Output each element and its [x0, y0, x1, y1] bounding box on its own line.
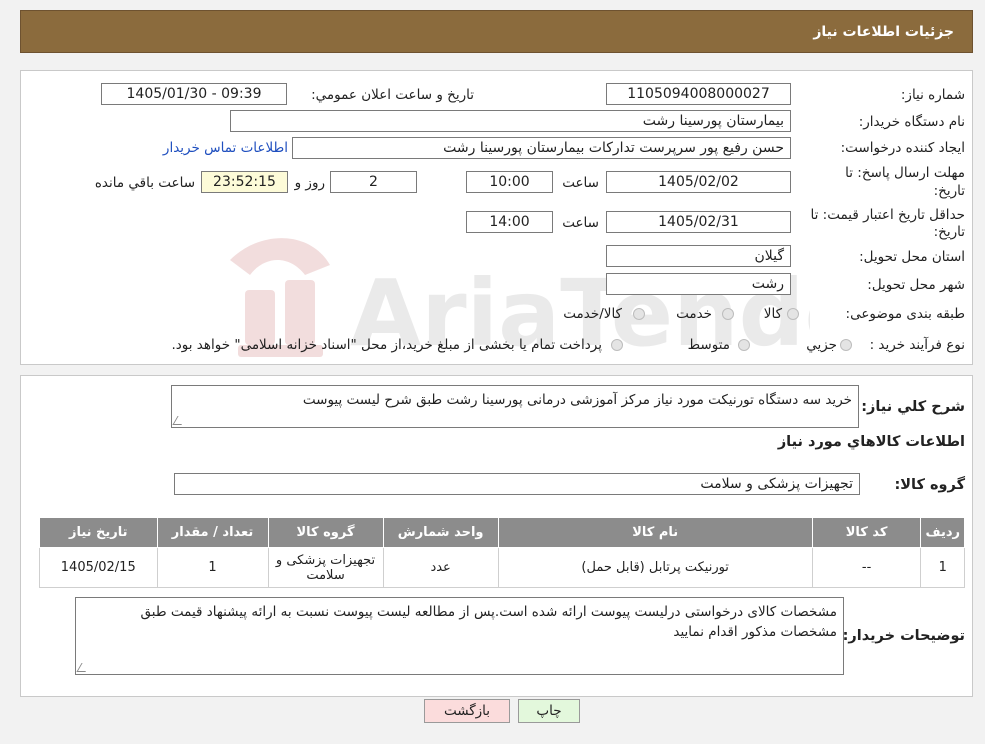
- process-minor-label: جزيي: [806, 337, 837, 353]
- cell-group: تجهيزات پزشکی و سلامت: [267, 547, 384, 588]
- description-textarea[interactable]: خريد سه دستگاه تورنيكت مورد نياز مركز آم…: [171, 385, 859, 428]
- col-quantity: تعداد / مقدار: [156, 517, 269, 548]
- category-goods-label: کالا: [763, 306, 782, 322]
- items-table: رديف کد کالا نام کالا واحد شمارش گروه کا…: [39, 517, 965, 588]
- requester-label: ايجاد کننده درخواست:: [840, 140, 965, 156]
- description-text: خريد سه دستگاه تورنيكت مورد نياز مركز آم…: [302, 392, 852, 408]
- cell-date: 1405/02/15: [39, 547, 158, 588]
- process-treasury-checkbox[interactable]: [611, 339, 623, 351]
- category-goods-radio[interactable]: [787, 308, 799, 320]
- category-goods-service-radio[interactable]: [633, 308, 645, 320]
- resize-grip-icon[interactable]: [172, 416, 187, 425]
- province-label: استان محل تحويل:: [859, 249, 965, 265]
- table-row: 1 -- تورنيكت پرتابل (قابل حمل) عدد تجهيز…: [39, 547, 965, 588]
- process-minor-radio[interactable]: [840, 339, 852, 351]
- buyer-org-label: نام دستگاه خريدار:: [858, 114, 965, 130]
- deadline-label: مهلت ارسال پاسخ: تا: [845, 165, 965, 181]
- deadline-time-label: ساعت: [562, 175, 599, 191]
- col-group: گروه کالا: [267, 517, 384, 548]
- remaining-label: ساعت باقي مانده: [94, 175, 195, 191]
- page-title: جزئیات اطلاعات نیاز: [813, 24, 954, 40]
- cell-unit: عدد: [382, 547, 499, 588]
- col-unit: واحد شمارش: [382, 517, 499, 548]
- col-name: نام کالا: [497, 517, 813, 548]
- buyer-notes-label: توضيحات خريدار:: [842, 628, 965, 644]
- col-code: کد کالا: [811, 517, 922, 548]
- city-label: شهر محل تحويل:: [867, 277, 965, 293]
- announce-field: 1405/01/30 - 09:39: [101, 83, 287, 105]
- validity-time-field: 14:00: [466, 211, 553, 233]
- cell-code: --: [811, 547, 922, 588]
- validity-time-label: ساعت: [562, 215, 599, 231]
- announce-label: تاریخ و ساعت اعلان عمومي:: [311, 87, 474, 103]
- buyer-contact-link[interactable]: اطلاعات تماس خريدار: [163, 140, 288, 156]
- need-number-field: 1105094008000027: [606, 83, 791, 105]
- col-date: تاريخ نياز: [39, 517, 158, 548]
- category-service-radio[interactable]: [722, 308, 734, 320]
- validity-label: حداقل تاريخ اعتبار قيمت: تا: [810, 207, 965, 223]
- description-label: شرح کلي نياز:: [861, 399, 965, 415]
- category-label: طبقه بندی موضوعی:: [845, 306, 965, 322]
- page-header: جزئیات اطلاعات نیاز: [20, 10, 973, 53]
- remaining-time-field: 23:52:15: [201, 171, 288, 193]
- deadline-date-field: 1405/02/02: [606, 171, 791, 193]
- deadline-time-field: 10:00: [466, 171, 553, 193]
- goods-section-title: اطلاعات کالاهاي مورد نياز: [777, 434, 965, 450]
- validity-date-field: 1405/02/31: [606, 211, 791, 233]
- need-number-label: شماره نیاز:: [900, 87, 965, 103]
- province-field: گيلان: [606, 245, 791, 267]
- process-label: نوع فرآيند خريد :: [869, 337, 965, 353]
- cell-row: 1: [920, 547, 965, 588]
- days-field: 2: [330, 171, 417, 193]
- goods-group-label: گروه کالا:: [894, 477, 965, 493]
- requester-field: حسن رفیع پور سرپرست تداركات بيمارستان پو…: [292, 137, 791, 159]
- process-treasury-note: پرداخت تمام يا بخشی از مبلغ خريد،از محل …: [171, 337, 602, 353]
- cell-quantity: 1: [156, 547, 269, 588]
- buyer-notes-text: مشخصات كالای درخواستی درليست پيوست ارائه…: [140, 604, 837, 640]
- buyer-notes-textarea[interactable]: مشخصات كالای درخواستی درليست پيوست ارائه…: [75, 597, 844, 675]
- cell-name: تورنيكت پرتابل (قابل حمل): [497, 547, 813, 588]
- process-medium-radio[interactable]: [738, 339, 750, 351]
- days-label: روز و: [294, 175, 325, 191]
- print-button[interactable]: چاپ: [518, 699, 580, 723]
- deadline-label-date: تاريخ:: [933, 183, 965, 199]
- items-table-header: رديف کد کالا نام کالا واحد شمارش گروه کا…: [39, 517, 965, 548]
- buyer-org-field: بيمارستان پورسينا رشت: [230, 110, 791, 132]
- back-button[interactable]: بازگشت: [424, 699, 510, 723]
- category-goods-service-label: کالا/خدمت: [563, 306, 622, 322]
- city-field: رشت: [606, 273, 791, 295]
- col-row: رديف: [920, 517, 965, 548]
- category-service-label: خدمت: [676, 306, 712, 322]
- process-medium-label: متوسط: [687, 337, 730, 353]
- validity-label-date: تاريخ:: [933, 224, 965, 240]
- resize-grip-icon[interactable]: [76, 663, 91, 672]
- goods-group-field: تجهيزات پزشکی و سلامت: [174, 473, 860, 495]
